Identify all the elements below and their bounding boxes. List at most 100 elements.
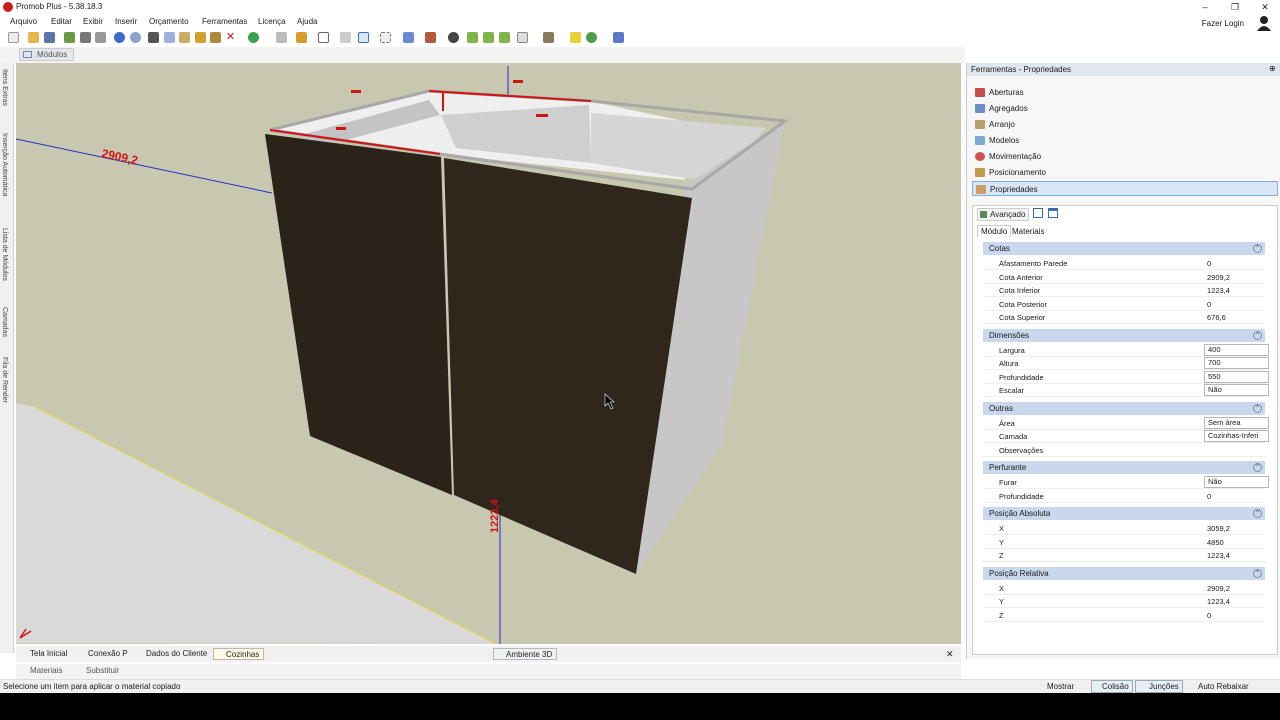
light-icon[interactable] xyxy=(570,32,581,43)
property-value[interactable]: 700 xyxy=(1204,357,1269,369)
subtab-materiais[interactable]: Materiais xyxy=(1009,227,1047,237)
collapse-icon[interactable]: ^ xyxy=(1253,509,1262,518)
draw-icon[interactable] xyxy=(296,32,307,43)
tool-aberturas[interactable]: Aberturas xyxy=(972,85,1278,100)
tab-substituir[interactable]: Substituir xyxy=(74,665,119,677)
property-value[interactable]: 0 xyxy=(1204,490,1269,502)
section-header[interactable]: Posição Absoluta ^ xyxy=(983,507,1265,520)
refresh-icon[interactable] xyxy=(248,32,259,43)
tab-dados-cliente[interactable]: Dados do Cliente xyxy=(134,648,207,660)
measure-icon[interactable] xyxy=(380,32,391,43)
subtab-modulo[interactable]: Módulo xyxy=(977,225,1012,237)
section-header[interactable]: Dimensões ^ xyxy=(983,328,1265,342)
side-tab-fila-render[interactable]: Fila de Render xyxy=(1,357,8,403)
box-3d-icon[interactable] xyxy=(543,32,554,43)
menu-licenca[interactable]: Licença xyxy=(258,17,286,26)
copy-icon[interactable] xyxy=(164,32,175,43)
property-value[interactable]: 0 xyxy=(1204,257,1269,269)
section-header[interactable]: Cotas ^ xyxy=(983,242,1265,255)
layout-icon[interactable] xyxy=(276,32,287,43)
auto-lower-button[interactable]: Auto Rebaixar xyxy=(1198,682,1249,691)
menu-ferramentas[interactable]: Ferramentas xyxy=(202,17,247,26)
paint-icon[interactable] xyxy=(210,32,221,43)
undo-icon[interactable] xyxy=(114,32,125,43)
new-file-icon[interactable] xyxy=(8,32,19,43)
joints-toggle[interactable]: Junções xyxy=(1135,680,1183,693)
section-header[interactable]: Perfurante ^ xyxy=(983,461,1265,474)
section-header[interactable]: Posição Relativa ^ xyxy=(983,566,1265,580)
menu-ajuda[interactable]: Ajuda xyxy=(297,17,317,26)
collapse-icon[interactable]: ^ xyxy=(1253,568,1262,578)
frame-icon[interactable] xyxy=(517,32,528,43)
redo-icon[interactable] xyxy=(130,32,141,43)
close-viewport-button[interactable]: ✕ xyxy=(944,648,954,660)
tool-movimentacao[interactable]: Movimentação xyxy=(972,149,1278,164)
menu-orcamento[interactable]: Orçamento xyxy=(149,17,189,26)
property-value[interactable]: 676,6 xyxy=(1204,311,1269,323)
side-tab-camadas[interactable]: Camadas xyxy=(1,307,8,337)
maximize-button[interactable]: ❐ xyxy=(1220,0,1250,15)
property-value[interactable]: 400 xyxy=(1204,343,1269,356)
property-value[interactable]: 3059,2 xyxy=(1204,522,1269,534)
tab-modulos[interactable]: Módulos xyxy=(19,48,75,61)
tool-modelos[interactable]: Modelos xyxy=(972,133,1278,148)
collapse-icon[interactable]: ^ xyxy=(1253,463,1262,472)
render-icon[interactable] xyxy=(64,32,75,43)
list-view-icon[interactable] xyxy=(1048,208,1058,218)
move-icon[interactable] xyxy=(467,32,478,43)
print-icon[interactable] xyxy=(95,32,106,43)
catalog-icon[interactable] xyxy=(613,32,624,43)
property-value[interactable]: 2909,2 xyxy=(1204,271,1269,283)
property-value[interactable]: 550 xyxy=(1204,370,1269,383)
tab-tela-inicial[interactable]: Tela Inicial xyxy=(18,648,67,660)
property-value[interactable] xyxy=(1204,444,1269,456)
section-header[interactable]: Outras ^ xyxy=(983,401,1265,415)
delete-icon[interactable]: ✕ xyxy=(225,32,236,43)
grid-icon[interactable] xyxy=(340,32,351,43)
tab-materiais[interactable]: Materiais xyxy=(18,665,62,677)
property-value[interactable]: 1223,4 xyxy=(1204,284,1269,296)
login-link[interactable]: Fazer Login xyxy=(1202,19,1244,28)
property-value[interactable]: 2909,2 xyxy=(1204,582,1269,594)
side-tab-itens-extras[interactable]: Itens Extras xyxy=(1,69,8,106)
property-value[interactable]: Cozinhas-Inferi xyxy=(1204,430,1269,442)
tool-arranjo[interactable]: Arranjo xyxy=(972,117,1278,132)
copy-material-icon[interactable] xyxy=(195,32,206,43)
collision-toggle[interactable]: Colisão xyxy=(1091,680,1133,693)
arrow-left-icon[interactable] xyxy=(483,32,494,43)
minimize-button[interactable]: – xyxy=(1190,0,1220,15)
property-value[interactable]: 0 xyxy=(1204,609,1269,621)
select-cursor-icon[interactable] xyxy=(358,32,369,43)
user-icon[interactable] xyxy=(1256,15,1272,31)
show-button[interactable]: Mostrar xyxy=(1047,682,1074,691)
tool-posicionamento[interactable]: Posicionamento xyxy=(972,165,1278,180)
view-icon[interactable] xyxy=(403,32,414,43)
property-value[interactable]: Não xyxy=(1204,476,1269,488)
paste-icon[interactable] xyxy=(179,32,190,43)
side-tab-lista-modulos[interactable]: Lista de Módulos xyxy=(1,228,8,281)
menu-exibir[interactable]: Exibir xyxy=(83,17,103,26)
property-value[interactable]: 1223,4 xyxy=(1204,595,1269,607)
collapse-icon[interactable]: ^ xyxy=(1253,330,1262,340)
tab-ambiente-3d[interactable]: Ambiente 3D xyxy=(493,648,558,660)
open-folder-icon[interactable] xyxy=(28,32,39,43)
close-window-button[interactable]: ✕ xyxy=(1250,0,1280,15)
tab-cozinhas[interactable]: Cozinhas xyxy=(213,648,265,660)
save-icon[interactable] xyxy=(44,32,55,43)
pin-icon[interactable]: ⊕ xyxy=(1269,64,1276,73)
menu-editar[interactable]: Editar xyxy=(51,17,72,26)
walls-icon[interactable] xyxy=(425,32,436,43)
side-tab-insercao[interactable]: Inserção Automática xyxy=(1,133,8,196)
3d-viewport[interactable]: 2909,2 1223,4 xyxy=(16,63,961,644)
camera-eye-icon[interactable] xyxy=(448,32,459,43)
shape-icon[interactable] xyxy=(318,32,329,43)
menu-arquivo[interactable]: Arquivo xyxy=(10,17,37,26)
collapse-icon[interactable]: ^ xyxy=(1253,244,1262,253)
property-value[interactable]: 1223,4 xyxy=(1204,549,1269,561)
arrow-right-icon[interactable] xyxy=(499,32,510,43)
property-value[interactable]: Não xyxy=(1204,384,1269,396)
property-value[interactable]: Sem área xyxy=(1204,416,1269,429)
menu-inserir[interactable]: Inserir xyxy=(115,17,137,26)
categorized-view-icon[interactable] xyxy=(1033,208,1043,218)
tool-propriedades[interactable]: Propriedades xyxy=(972,181,1278,196)
